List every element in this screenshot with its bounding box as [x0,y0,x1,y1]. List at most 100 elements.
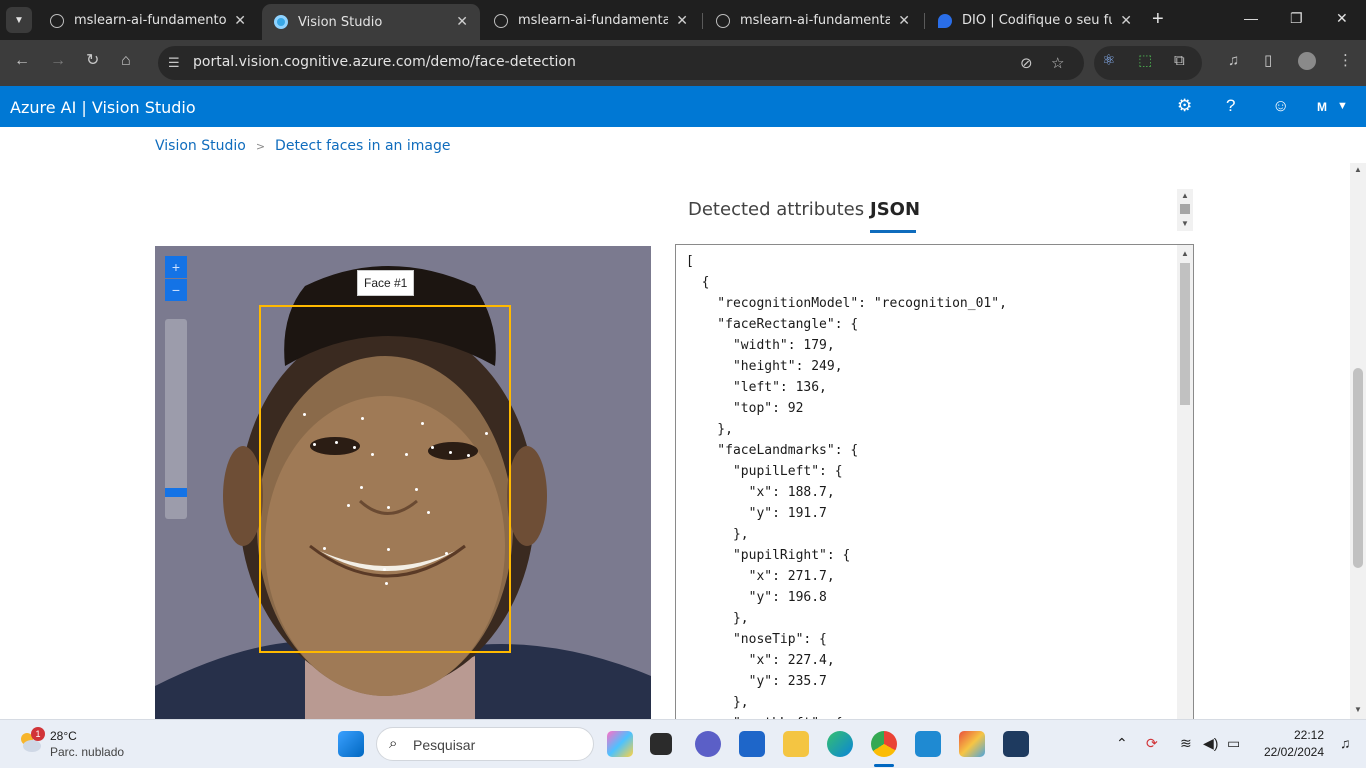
json-output-panel[interactable]: [ { "recognitionModel": "recognition_01"… [675,244,1194,719]
home-button[interactable]: ⌂ [121,53,131,69]
tab-dio[interactable]: DIO | Codifique o seu futuro ✕ [926,5,1144,36]
app-header: Azure AI | Vision Studio ⚙ ? ☺ M ▼ [0,86,1366,127]
scroll-thumb[interactable] [1180,204,1190,214]
weather-description[interactable]: Parc. nublado [50,745,124,759]
star-icon[interactable]: ☆ [1051,54,1064,72]
reload-button[interactable]: ↻ [86,53,99,69]
breadcrumb-current[interactable]: Detect faces in an image [275,138,450,154]
url-text[interactable]: portal.vision.cognitive.azure.com/demo/f… [193,54,576,70]
app-title[interactable]: Azure AI | Vision Studio [10,98,196,117]
taskbar-search[interactable]: ⌕ Pesquisar [376,727,594,761]
volume-icon[interactable]: ◀) [1203,735,1218,752]
scroll-down-icon[interactable]: ▼ [1181,219,1189,228]
windows-start-icon[interactable] [338,731,364,757]
zoom-out-button[interactable]: − [165,279,187,301]
chrome-icon[interactable] [871,731,897,757]
forward-button[interactable]: → [50,53,66,69]
copilot-icon[interactable] [607,731,633,757]
close-window-button[interactable]: ✕ [1336,10,1348,27]
dev-app-icon[interactable] [959,731,985,757]
media-control-icon[interactable]: ♫ [1228,53,1239,69]
tab-vision-studio[interactable]: Vision Studio ✕ [262,4,480,40]
side-panel-icon[interactable]: ▯ [1264,53,1272,69]
tab-json[interactable]: JSON [870,199,920,220]
scroll-up-icon[interactable]: ▲ [1354,165,1362,174]
clock-time: 22:12 [1293,728,1324,742]
landmark-point [360,486,363,489]
globe-icon [494,13,508,28]
gear-icon[interactable]: ⚙ [1177,96,1192,116]
puzzle-icon[interactable]: ⧉ [1174,53,1185,69]
json-scrollbar[interactable]: ▲ [1177,245,1193,719]
chevron-right-icon: > [255,140,266,153]
page-scroll-thumb[interactable] [1353,368,1363,568]
close-icon[interactable]: ✕ [234,13,246,29]
restore-button[interactable]: ❐ [1290,10,1303,27]
vscode-icon[interactable] [915,731,941,757]
react-devtools-icon[interactable]: ⚛ [1102,53,1115,69]
eye-off-icon[interactable]: ⊘ [1020,54,1033,72]
search-placeholder: Pesquisar [413,737,476,753]
feedback-smiley-icon[interactable]: ☺ [1272,96,1289,116]
landmark-point [361,417,364,420]
landmark-point [387,506,390,509]
chevron-down-icon[interactable]: ▼ [1337,100,1348,112]
close-icon[interactable]: ✕ [676,13,688,29]
browser-tab-strip: ▼ mslearn-ai-fundamentos ✕ Vision Studio… [0,0,1366,40]
wifi-icon[interactable]: ≋ [1180,735,1192,752]
landmark-point [371,453,374,456]
scroll-up-icon[interactable]: ▲ [1181,249,1189,258]
landmark-point [421,422,424,425]
clock[interactable]: 22:12 22/02/2024 [1262,728,1324,759]
teams-icon[interactable] [695,731,721,757]
address-bar[interactable]: ☰ portal.vision.cognitive.azure.com/demo… [158,46,1084,80]
task-view-icon[interactable] [650,733,672,755]
tab-mslearn-ai-fundamentals-2[interactable]: mslearn-ai-fundamentals ✕ [704,5,922,36]
active-tab-indicator [870,230,916,233]
scroll-up-icon[interactable]: ▲ [1181,191,1189,200]
tab-mslearn-ai-fundamentos[interactable]: mslearn-ai-fundamentos ✕ [38,5,258,36]
zoom-in-button[interactable]: + [165,256,187,278]
tab-mslearn-ai-fundamentals-1[interactable]: mslearn-ai-fundamentals ✕ [482,5,700,36]
active-app-indicator [874,764,894,767]
landmark-point [449,451,452,454]
notification-bell-icon[interactable]: ♫ [1340,735,1351,751]
windows-taskbar: 1 28°C Parc. nublado ⌕ Pesquisar ⌃ ⟳ ≋ ◀… [0,719,1366,768]
tab-detected-attributes[interactable]: Detected attributes [688,199,864,220]
landmark-point [323,547,326,550]
face-image-viewer[interactable]: + − Face #1 [155,246,651,719]
tab-separator [924,13,925,29]
user-initial[interactable]: M [1317,100,1327,114]
screenshot-extension-icon[interactable]: ⬚ [1138,53,1152,69]
close-icon[interactable]: ✕ [898,13,910,29]
search-icon: ⌕ [389,735,398,752]
tab-search-button[interactable]: ▼ [6,7,32,33]
breadcrumb-root[interactable]: Vision Studio [155,138,246,154]
more-menu-icon[interactable]: ⋮ [1338,53,1353,69]
battery-icon[interactable]: ▭ [1227,735,1240,752]
weather-temperature[interactable]: 28°C [50,729,77,743]
file-explorer-icon[interactable] [783,731,809,757]
terminal-app-icon[interactable] [1003,731,1029,757]
tabs-scrollbar[interactable]: ▲ ▼ [1177,189,1193,231]
profile-avatar[interactable] [1298,52,1316,70]
help-icon[interactable]: ? [1226,96,1235,116]
close-icon[interactable]: ✕ [456,14,468,30]
chevron-up-icon[interactable]: ⌃ [1116,735,1128,752]
json-scroll-thumb[interactable] [1180,263,1190,405]
minimize-button[interactable]: — [1244,10,1258,26]
extensions-group: ⚛ ⬚ ⧉ [1094,46,1202,80]
edge-icon[interactable] [827,731,853,757]
landmark-point [387,548,390,551]
update-icon[interactable]: ⟳ [1146,735,1158,752]
face-bounding-box[interactable] [259,305,511,653]
back-button[interactable]: ← [14,53,30,69]
landmark-point [347,504,350,507]
vision-studio-icon [274,15,288,29]
zoom-slider-thumb[interactable] [165,488,187,497]
new-tab-button[interactable]: + [1152,9,1164,29]
close-icon[interactable]: ✕ [1120,13,1132,29]
store-icon[interactable] [739,731,765,757]
site-info-icon[interactable]: ☰ [168,55,180,71]
scroll-down-icon[interactable]: ▼ [1354,705,1362,714]
